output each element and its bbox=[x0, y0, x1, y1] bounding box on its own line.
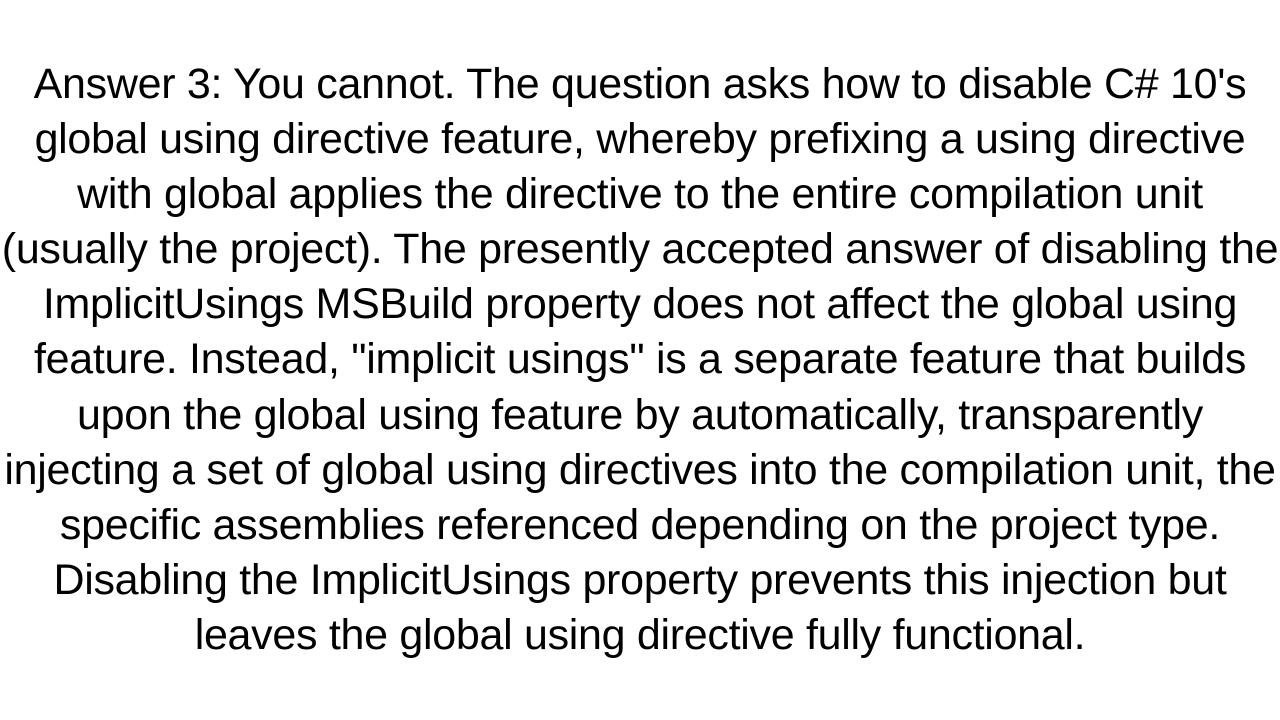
answer-text: Answer 3: You cannot. The question asks … bbox=[0, 57, 1280, 662]
